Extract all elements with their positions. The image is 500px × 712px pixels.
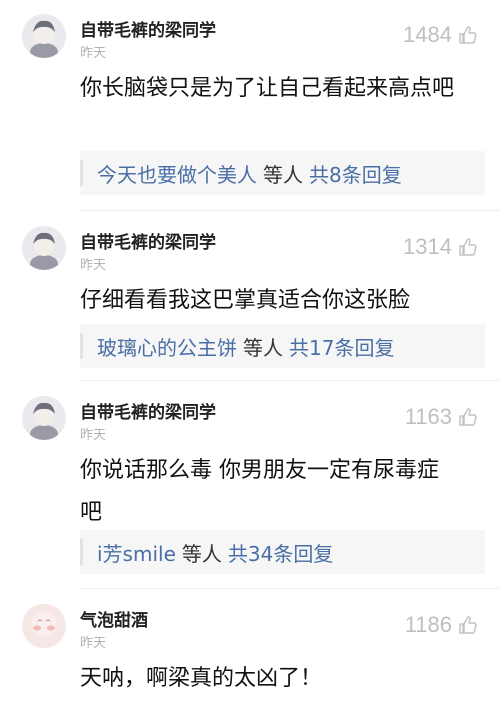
comment-text: 天呐，啊梁真的太凶了！ [80, 666, 323, 691]
reply-bar [80, 333, 83, 359]
avatar[interactable] [22, 396, 66, 440]
divider [80, 588, 500, 589]
thumbs-up-icon [458, 615, 478, 635]
reply-user[interactable]: 玻璃心的公主饼 [97, 332, 237, 361]
username[interactable]: 气泡甜酒 [80, 606, 148, 631]
reply-user[interactable]: i芳smile [97, 538, 176, 567]
reply-bar [80, 539, 83, 565]
like-button[interactable]: 1163 [405, 404, 478, 430]
comment-text: 你说话那么毒 你男朋友一定有尿毒症吧 [80, 458, 439, 525]
thumbs-up-icon [458, 237, 478, 257]
avatar[interactable] [22, 226, 66, 270]
timestamp: 昨天 [80, 636, 107, 651]
thumbs-up-icon [458, 407, 478, 427]
like-count: 1186 [404, 612, 452, 637]
reply-summary[interactable]: 今天也要做个美人 等人 共8条回复 [80, 151, 485, 195]
timestamp: 昨天 [80, 46, 107, 61]
like-count: 1163 [404, 404, 452, 429]
comment-text: 你长脑袋只是为了让自己看起来高点吧 [80, 76, 455, 101]
reply-summary[interactable]: 玻璃心的公主饼 等人 共17条回复 [80, 324, 485, 368]
timestamp: 昨天 [80, 428, 107, 443]
avatar[interactable] [22, 14, 66, 58]
username[interactable]: 自带毛裤的梁同学 [80, 16, 216, 41]
avatar[interactable] [22, 604, 66, 648]
like-button[interactable]: 1484 [403, 22, 478, 48]
reply-summary[interactable]: i芳smile 等人 共34条回复 [80, 530, 485, 574]
like-button[interactable]: 1314 [403, 234, 478, 260]
like-count: 1484 [403, 22, 452, 47]
username[interactable]: 自带毛裤的梁同学 [80, 398, 216, 423]
reply-count[interactable]: 共17条回复 [289, 332, 394, 361]
reply-count[interactable]: 共34条回复 [228, 538, 333, 567]
timestamp: 昨天 [80, 258, 107, 273]
reply-user[interactable]: 今天也要做个美人 [97, 159, 257, 188]
reply-etc: 等人 [181, 541, 222, 566]
thumbs-up-icon [458, 25, 478, 45]
reply-count[interactable]: 共8条回复 [309, 159, 402, 188]
like-count: 1314 [403, 234, 452, 259]
comment-text: 仔细看看我这巴掌真适合你这张脸 [80, 288, 411, 313]
reply-etc: 等人 [263, 162, 303, 187]
reply-etc: 等人 [243, 335, 283, 360]
username[interactable]: 自带毛裤的梁同学 [80, 228, 216, 253]
divider [80, 380, 500, 381]
divider [80, 210, 500, 211]
like-button[interactable]: 1186 [405, 612, 478, 638]
reply-bar [80, 160, 83, 186]
